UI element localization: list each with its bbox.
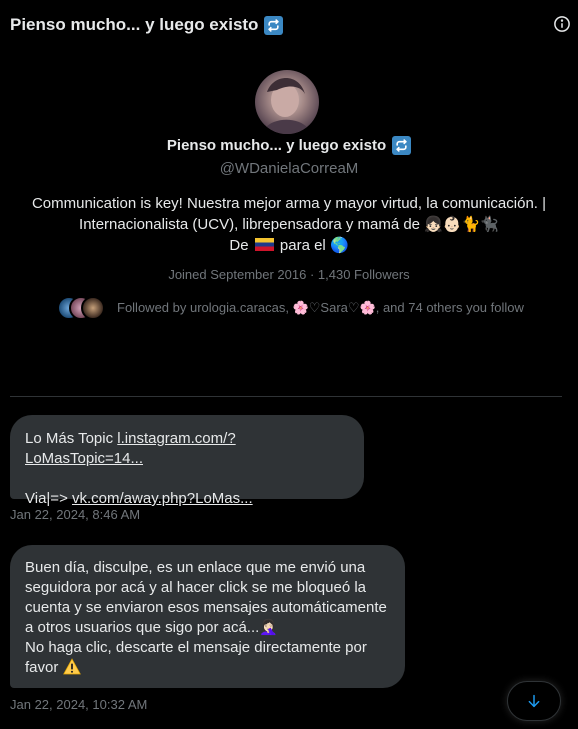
message-text: a otros usuarios que sigo por acá... — [25, 619, 260, 636]
message-line: favor — [25, 658, 390, 681]
message-line: Lo Más Topic l.instagram.com/?LoMasTopic… — [25, 429, 349, 469]
message-bubble[interactable]: Buen día, disculpe, es un enlace que me … — [10, 545, 405, 688]
profile-name-text[interactable]: Pienso mucho... y luego existo — [167, 137, 386, 154]
message-line: cuenta y se enviaron esos mensajes autom… — [25, 599, 387, 616]
message-line: seguidora por acá y al hacer click se me… — [25, 579, 367, 596]
repeat-icon — [264, 15, 284, 35]
profile-handle[interactable]: @WDanielaCorreaM — [0, 160, 578, 177]
followed-by[interactable]: Followed by urologia.caracas, 🌸♡Sara♡🌸, … — [57, 296, 524, 320]
follower-avatars — [57, 296, 105, 320]
profile-bio: Communication is key! Nuestra mejor arma… — [20, 193, 558, 256]
warning-icon — [62, 658, 81, 681]
globe-icon: 🌎 — [329, 237, 349, 254]
bio-text: para el — [279, 237, 326, 254]
bio-text: De — [229, 237, 249, 254]
avatar[interactable] — [255, 70, 319, 134]
message-timestamp: Jan 22, 2024, 10:32 AM — [10, 697, 148, 712]
repeat-icon — [392, 136, 412, 155]
child-face-icon: 👧🏻 — [424, 216, 443, 233]
message-timestamp: Jan 22, 2024, 8:46 AM — [10, 507, 141, 522]
message-line: No haga clic, descarte el mensaje direct… — [25, 639, 367, 656]
venezuela-flag-icon — [254, 238, 274, 251]
divider — [10, 396, 562, 397]
header-title-text: Pienso mucho... y luego existo — [10, 15, 259, 34]
followed-by-text[interactable]: Followed by urologia.caracas, 🌸♡Sara♡🌸, … — [117, 300, 524, 316]
info-icon[interactable] — [552, 14, 572, 34]
profile-meta: Joined September 2016 · 1,430 Followers — [168, 267, 410, 282]
conversation-header: Pienso mucho... y luego existo — [0, 0, 578, 50]
bio-line: De para el 🌎 — [20, 235, 558, 256]
message-bubble[interactable]: Lo Más Topic l.instagram.com/?LoMasTopic… — [10, 415, 364, 507]
message-text: favor — [25, 659, 59, 676]
black-cat-icon: 🐈‍⬛ — [480, 216, 499, 233]
bio-line: Internacionalista (UCV), librepensadora … — [20, 214, 558, 235]
follower-avatar — [81, 296, 105, 320]
message-line: Buen día, disculpe, es un enlace que me … — [25, 559, 366, 576]
bio-text: Internacionalista (UCV), librepensadora … — [79, 216, 421, 233]
profile-name[interactable]: Pienso mucho... y luego existo — [0, 136, 578, 155]
message-text: Via|=> — [25, 490, 72, 507]
message-text: Lo Más Topic — [25, 430, 118, 447]
bio-line: Communication is key! Nuestra mejor arma… — [31, 195, 547, 212]
message-line: a otros usuarios que sigo por acá...🤦🏻‍♀… — [25, 618, 390, 638]
cat-icon: 🐈 — [461, 216, 481, 233]
header-title: Pienso mucho... y luego existo — [10, 15, 284, 35]
scroll-down-button[interactable] — [507, 681, 561, 721]
message-link[interactable]: vk.com/away.php?LoMas... — [72, 490, 253, 507]
facepalm-icon: 🤦🏻‍♀️ — [259, 619, 278, 636]
arrow-down-icon — [528, 694, 540, 708]
message-line: Via|=> vk.com/away.php?LoMas... — [25, 489, 349, 509]
child-face-icon: 👶🏻 — [442, 216, 462, 233]
